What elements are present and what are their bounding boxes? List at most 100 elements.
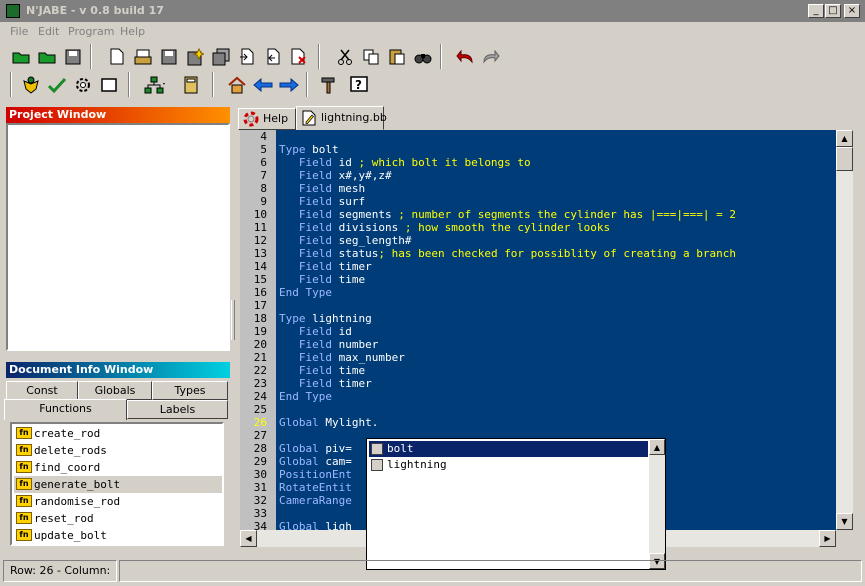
- open-project-icon[interactable]: [8, 44, 33, 69]
- popup-scrollbar[interactable]: ▲ ▼: [649, 439, 665, 569]
- code-line: 14 Field timer: [240, 260, 836, 273]
- code-text: Field number: [279, 338, 379, 351]
- project-tree-panel[interactable]: [6, 123, 230, 351]
- open-file-icon[interactable]: [130, 44, 155, 69]
- list-item[interactable]: fn update_bolt: [14, 527, 222, 544]
- paste-icon[interactable]: [384, 44, 409, 69]
- toolbar-separator: [90, 44, 92, 69]
- find-icon[interactable]: [410, 44, 435, 69]
- code-line: 24 End Type: [240, 390, 836, 403]
- tab-const[interactable]: Const: [6, 381, 78, 400]
- list-item[interactable]: fn delete_rods: [14, 442, 222, 459]
- tab-globals[interactable]: Globals: [78, 381, 152, 400]
- save-icon[interactable]: [156, 44, 181, 69]
- scroll-corner: [836, 530, 853, 547]
- tab-help[interactable]: Help: [238, 108, 296, 130]
- code-token: Mylight.: [325, 416, 379, 429]
- line-number: 19: [253, 325, 267, 338]
- scroll-down-button[interactable]: ▼: [836, 513, 853, 530]
- tree-icon[interactable]: [142, 72, 167, 97]
- calculator-icon[interactable]: [178, 72, 203, 97]
- scroll-right-button[interactable]: ▶: [819, 530, 836, 547]
- tab-functions[interactable]: Functions: [4, 399, 127, 420]
- close-file-icon[interactable]: [286, 44, 311, 69]
- menu-program[interactable]: Program: [68, 25, 114, 38]
- autocomplete-option[interactable]: lightning: [369, 457, 648, 473]
- code-token: Field: [279, 260, 339, 273]
- code-line: 16 End Type: [240, 286, 836, 299]
- minimize-button[interactable]: _: [808, 4, 824, 18]
- tab-types[interactable]: Types: [152, 381, 228, 400]
- tab-lightning-bb[interactable]: lightning.bb: [296, 106, 387, 130]
- home-icon[interactable]: [224, 72, 249, 97]
- code-line: 17: [240, 299, 836, 312]
- list-item[interactable]: fn find_coord: [14, 459, 222, 476]
- autocomplete-option-selected[interactable]: bolt: [369, 441, 648, 457]
- back-arrow-icon[interactable]: [250, 72, 275, 97]
- help-question-icon[interactable]: ?: [346, 72, 371, 97]
- code-token: Field: [279, 221, 339, 234]
- code-token: RotateEntit: [279, 481, 352, 494]
- line-number: 28: [253, 442, 267, 455]
- code-line: 9 Field surf: [240, 195, 836, 208]
- status-message: [119, 560, 862, 582]
- menu-help[interactable]: Help: [120, 25, 145, 38]
- type-icon: [371, 459, 383, 471]
- save-all-icon[interactable]: [208, 44, 233, 69]
- export-icon[interactable]: [234, 44, 259, 69]
- copy-icon[interactable]: [358, 44, 383, 69]
- code-text: Field id ; which bolt it belongs to: [279, 156, 531, 169]
- code-line: 11 Field divisions ; how smooth the cyli…: [240, 221, 836, 234]
- window-icon[interactable]: [96, 72, 121, 97]
- cut-icon[interactable]: [332, 44, 357, 69]
- check-icon[interactable]: [44, 72, 69, 97]
- code-text: Field id: [279, 325, 352, 338]
- code-text: Field timer: [279, 377, 372, 390]
- line-number: 27: [253, 429, 267, 442]
- redo-icon[interactable]: [478, 44, 503, 69]
- code-token: timer: [338, 260, 372, 273]
- list-item[interactable]: fn reset_rod: [14, 510, 222, 527]
- import-icon[interactable]: [260, 44, 285, 69]
- splitter-handle[interactable]: [231, 300, 235, 340]
- list-item-selected[interactable]: fn generate_bolt: [14, 476, 222, 493]
- maximize-button[interactable]: □: [825, 4, 841, 18]
- line-number: 14: [253, 260, 267, 273]
- list-item[interactable]: fn create_rod: [14, 425, 222, 442]
- tab-labels[interactable]: Labels: [127, 400, 228, 419]
- code-token: Global: [279, 455, 326, 468]
- forward-arrow-icon[interactable]: [276, 72, 301, 97]
- line-number: 16: [253, 286, 267, 299]
- popup-scroll-up-button[interactable]: ▲: [649, 439, 665, 455]
- code-token: Field: [279, 195, 339, 208]
- code-token: segments: [338, 208, 399, 221]
- scroll-left-button[interactable]: ◀: [240, 530, 257, 547]
- undo-icon[interactable]: [452, 44, 477, 69]
- code-token: ; has been checked for possiblity of cre…: [378, 247, 736, 260]
- save-project-icon[interactable]: [60, 44, 85, 69]
- window-title: N'JABE - v 0.8 build 17: [26, 4, 164, 17]
- code-line: 4: [240, 130, 836, 143]
- code-token: time: [338, 273, 366, 286]
- code-text: Field seg_length#: [279, 234, 412, 247]
- new-file-icon[interactable]: [104, 44, 129, 69]
- debug-icon[interactable]: [18, 72, 43, 97]
- open-folder-icon[interactable]: [34, 44, 59, 69]
- new-special-icon[interactable]: [182, 44, 207, 69]
- function-icon: fn: [16, 478, 32, 490]
- scroll-thumb[interactable]: [836, 147, 853, 171]
- scroll-up-button[interactable]: ▲: [836, 130, 853, 147]
- function-icon: fn: [16, 529, 32, 541]
- line-number: 13: [253, 247, 267, 260]
- list-item[interactable]: fn randomise_rod: [14, 493, 222, 510]
- editor-vertical-scrollbar[interactable]: ▲ ▼: [836, 130, 853, 530]
- code-text: Field surf: [279, 195, 365, 208]
- settings-gear-icon[interactable]: [70, 72, 95, 97]
- menu-edit[interactable]: Edit: [38, 25, 59, 38]
- menu-file[interactable]: File: [10, 25, 28, 38]
- secondary-toolbar: ?: [6, 70, 386, 100]
- close-button[interactable]: ×: [844, 4, 860, 18]
- hammer-icon[interactable]: [316, 72, 341, 97]
- code-token: Global: [279, 442, 326, 455]
- line-number: 26: [253, 416, 267, 429]
